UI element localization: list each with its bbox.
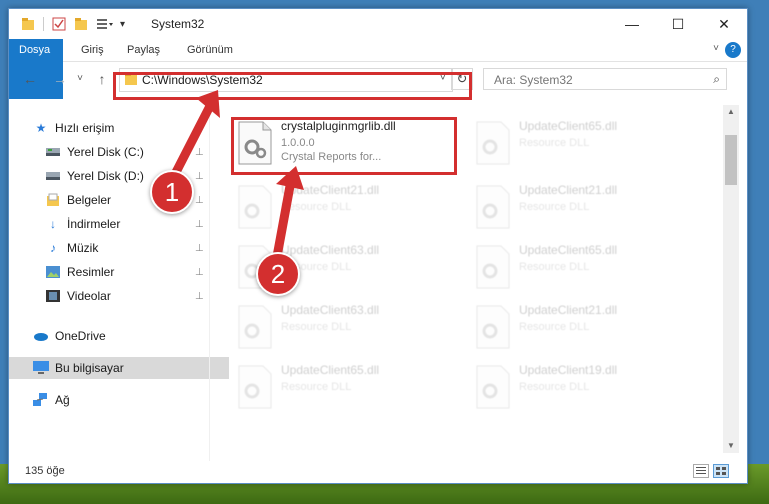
- annotation-arrows: [167, 90, 304, 267]
- step-1-badge: 1: [150, 170, 194, 214]
- step-2-badge: 2: [256, 252, 300, 296]
